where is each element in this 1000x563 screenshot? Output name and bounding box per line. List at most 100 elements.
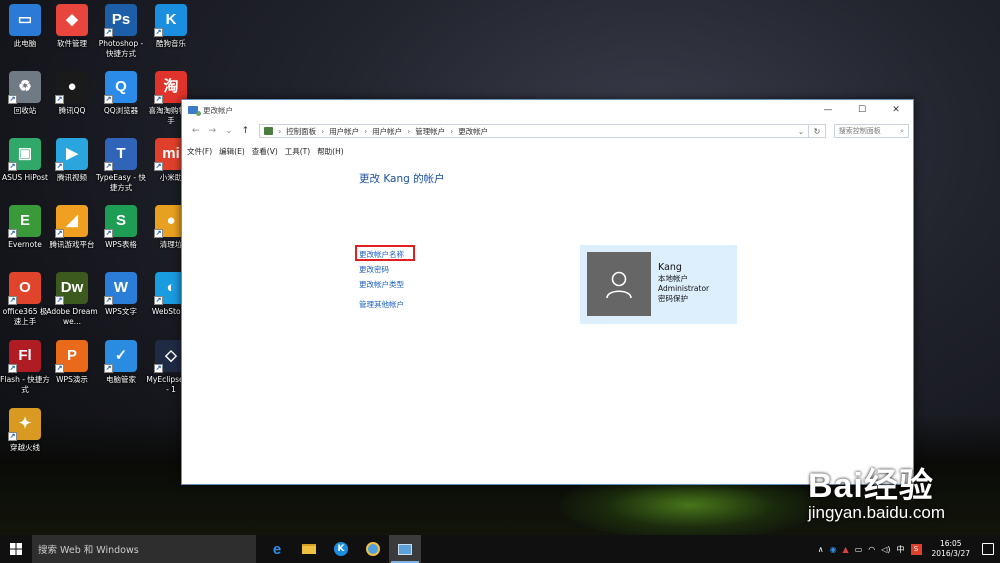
title-bar[interactable]: 更改帐户 — ☐ ✕ bbox=[182, 100, 913, 120]
page-title: 更改 Kang 的帐户 bbox=[359, 173, 445, 185]
address-bar-row: ← → ⌄ ↑ › 控制面板 › 用户帐户 › 用户帐户 › 管理帐户 › 更改… bbox=[182, 122, 913, 140]
user-icon bbox=[606, 271, 632, 299]
change-account-type-link[interactable]: 更改帐户类型 bbox=[359, 279, 404, 290]
desktop-icon[interactable]: ▣ ↗ ASUS HiPost bbox=[0, 138, 51, 183]
desktop-icon[interactable]: ● ↗ 腾讯QQ bbox=[46, 71, 98, 116]
breadcrumb-control-panel[interactable]: 控制面板 bbox=[286, 126, 316, 137]
address-dropdown-icon[interactable]: ⌄ bbox=[798, 127, 804, 136]
desktop-icon-label: Adobe Dreamwe... bbox=[46, 307, 98, 326]
shortcut-arrow-icon: ↗ bbox=[8, 95, 17, 104]
menu-tools[interactable]: 工具(T) bbox=[285, 146, 310, 157]
start-button[interactable] bbox=[0, 535, 32, 563]
desktop-icon[interactable]: ▶ ↗ 腾讯视频 bbox=[46, 138, 98, 183]
refresh-button[interactable]: ↻ bbox=[809, 124, 826, 138]
breadcrumb-manage-accounts[interactable]: 管理帐户 bbox=[415, 126, 445, 137]
desktop-icon[interactable]: ◢ ↗ 腾讯游戏平台 bbox=[46, 205, 98, 250]
desktop-icon[interactable]: Ps ↗ Photoshop - 快捷方式 bbox=[95, 4, 147, 59]
desktop-icon[interactable]: ▭ 此电脑 bbox=[0, 4, 51, 49]
minimize-button[interactable]: — bbox=[811, 100, 845, 120]
breadcrumb-user-accounts[interactable]: 用户帐户 bbox=[329, 126, 359, 137]
desktop-icon-label: office365 极速上手 bbox=[2, 307, 48, 326]
shortcut-arrow-icon: ↗ bbox=[8, 432, 17, 441]
recent-dropdown-button[interactable]: ⌄ bbox=[225, 126, 233, 136]
menu-view[interactable]: 查看(V) bbox=[252, 146, 278, 157]
battery-icon[interactable]: ▭ bbox=[855, 545, 863, 554]
app-icon: ▶ ↗ bbox=[55, 138, 88, 171]
taskbar-edge-button[interactable]: e bbox=[261, 535, 293, 563]
up-button[interactable]: ↑ bbox=[242, 126, 250, 136]
taskbar-ie-button[interactable] bbox=[357, 535, 389, 563]
desktop-icon-label: WPS表格 bbox=[105, 240, 137, 249]
shortcut-arrow-icon: ↗ bbox=[55, 364, 64, 373]
forward-button[interactable]: → bbox=[209, 126, 217, 136]
tray-chevron-icon[interactable]: ∧ bbox=[818, 545, 824, 554]
address-bar[interactable]: › 控制面板 › 用户帐户 › 用户帐户 › 管理帐户 › 更改帐户 ⌄ bbox=[259, 124, 810, 138]
account-type: 本地帐户 bbox=[658, 274, 688, 283]
baidu-watermark: Bai经验 jingyan.baidu.com bbox=[808, 458, 945, 523]
breadcrumb-user-accounts-2[interactable]: 用户帐户 bbox=[372, 126, 402, 137]
desktop-icon-label: Flash - 快捷方式 bbox=[0, 375, 50, 394]
folder-icon bbox=[302, 544, 316, 554]
breadcrumb-change-account[interactable]: 更改帐户 bbox=[458, 126, 488, 137]
desktop-icon[interactable]: T ↗ TypeEasy - 快捷方式 bbox=[95, 138, 147, 193]
shortcut-arrow-icon: ↗ bbox=[104, 162, 113, 171]
desktop-icon[interactable]: O ↗ office365 极速上手 bbox=[0, 272, 51, 327]
desktop-icon[interactable]: ✦ ↗ 穿越火线 bbox=[0, 408, 51, 453]
browser-icon bbox=[366, 542, 380, 556]
security-icon[interactable]: ◉ bbox=[830, 545, 837, 554]
desktop-icon[interactable]: P ↗ WPS演示 bbox=[46, 340, 98, 385]
shortcut-arrow-icon: ↗ bbox=[154, 229, 163, 238]
app-icon: S ↗ bbox=[104, 205, 137, 238]
manage-other-accounts-link[interactable]: 管理其他帐户 bbox=[359, 299, 404, 310]
menu-bar: 文件(F) 编辑(E) 查看(V) 工具(T) 帮助(H) bbox=[182, 143, 913, 159]
desktop-icon[interactable]: Fl ↗ Flash - 快捷方式 bbox=[0, 340, 51, 395]
desktop-icon[interactable]: K ↗ 酷狗音乐 bbox=[145, 4, 197, 49]
desktop-icon-label: 酷狗音乐 bbox=[156, 39, 186, 48]
control-panel-window: 更改帐户 — ☐ ✕ ← → ⌄ ↑ › 控制面板 › 用户帐户 › 用户帐户 … bbox=[181, 99, 914, 485]
desktop-icon-label: QQ浏览器 bbox=[103, 106, 139, 115]
change-account-name-link[interactable]: 更改帐户名称 bbox=[359, 249, 404, 260]
shortcut-arrow-icon: ↗ bbox=[104, 296, 113, 305]
control-panel-icon bbox=[398, 543, 412, 555]
change-password-link[interactable]: 更改密码 bbox=[359, 264, 389, 275]
desktop-icon[interactable]: W ↗ WPS文字 bbox=[95, 272, 147, 317]
shortcut-arrow-icon: ↗ bbox=[55, 162, 64, 171]
menu-file[interactable]: 文件(F) bbox=[187, 146, 212, 157]
desktop-icon-label: WPS文字 bbox=[105, 307, 137, 316]
desktop-icon-label: WPS演示 bbox=[56, 375, 88, 384]
clock[interactable]: 16:05 2016/3/27 bbox=[932, 539, 970, 559]
desktop-icon[interactable]: S ↗ WPS表格 bbox=[95, 205, 147, 250]
desktop-icon[interactable]: Dw ↗ Adobe Dreamwe... bbox=[46, 272, 98, 327]
shortcut-arrow-icon: ↗ bbox=[154, 95, 163, 104]
desktop-icon[interactable]: Q ↗ QQ浏览器 bbox=[95, 71, 147, 116]
ime-indicator[interactable]: 中 bbox=[897, 544, 905, 555]
menu-help[interactable]: 帮助(H) bbox=[317, 146, 344, 157]
menu-edit[interactable]: 编辑(E) bbox=[219, 146, 245, 157]
maximize-button[interactable]: ☐ bbox=[845, 100, 879, 120]
app-icon: ◆ bbox=[56, 4, 88, 36]
taskbar-control-panel-button[interactable] bbox=[389, 535, 421, 563]
desktop-icon-label: ASUS HiPost bbox=[2, 173, 48, 182]
network-icon[interactable]: ◠ bbox=[868, 545, 875, 554]
antivirus-icon[interactable]: ▲ bbox=[843, 545, 849, 554]
search-control-panel-input[interactable]: 搜索控制面板 ⌕ bbox=[833, 124, 909, 138]
shortcut-arrow-icon: ↗ bbox=[8, 162, 17, 171]
shortcut-arrow-icon: ↗ bbox=[154, 28, 163, 37]
desktop-icon[interactable]: ✓ ↗ 电脑管家 bbox=[95, 340, 147, 385]
close-button[interactable]: ✕ bbox=[879, 100, 913, 120]
taskbar-explorer-button[interactable] bbox=[293, 535, 325, 563]
desktop-icon-label: TypeEasy - 快捷方式 bbox=[96, 173, 146, 192]
back-button[interactable]: ← bbox=[192, 126, 200, 136]
app-icon: ● ↗ bbox=[55, 71, 88, 104]
notification-center-icon[interactable] bbox=[982, 543, 994, 555]
account-protection: 密码保护 bbox=[658, 294, 688, 303]
desktop-icon[interactable]: E ↗ Evernote bbox=[0, 205, 51, 250]
volume-icon[interactable]: ◁) bbox=[881, 545, 890, 554]
taskbar-search-input[interactable]: 搜索 Web 和 Windows bbox=[32, 535, 256, 563]
desktop-icon[interactable]: ◆ 软件管理 bbox=[46, 4, 98, 49]
account-card: Kang 本地帐户 Administrator 密码保护 bbox=[580, 245, 737, 324]
taskbar-kugou-button[interactable]: K bbox=[325, 535, 357, 563]
shortcut-arrow-icon: ↗ bbox=[8, 296, 17, 305]
sogou-icon[interactable]: S bbox=[910, 543, 922, 555]
desktop-icon[interactable]: ♻ ↗ 回收站 bbox=[0, 71, 51, 116]
